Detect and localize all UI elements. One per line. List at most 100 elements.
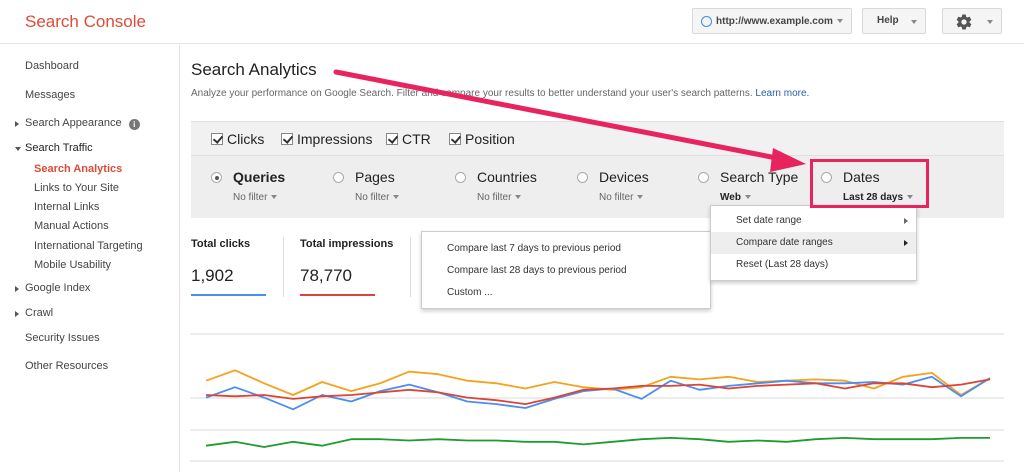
- sidebar-item-crawl[interactable]: Crawl: [15, 307, 54, 319]
- checkbox-checked-icon: [386, 133, 398, 145]
- learn-more-link[interactable]: Learn more.: [755, 88, 809, 99]
- radio-icon[interactable]: [698, 172, 709, 183]
- chevron-down-icon: [987, 20, 993, 24]
- sidebar-item-security-issues[interactable]: Security Issues: [25, 332, 100, 344]
- sidebar-item-label: Google Index: [25, 282, 91, 294]
- radio-icon[interactable]: [577, 172, 588, 183]
- dimension-label: Pages: [355, 169, 395, 185]
- site-selector[interactable]: http://www.example.com: [692, 8, 852, 34]
- chevron-down-icon: [393, 195, 400, 199]
- sidebar-subitem-international-targeting[interactable]: International Targeting: [34, 240, 143, 252]
- radio-icon[interactable]: [333, 172, 344, 183]
- filter-text: No filter: [477, 192, 512, 203]
- position-checkbox[interactable]: Position: [449, 131, 515, 147]
- help-button[interactable]: Help: [862, 8, 926, 34]
- dimension-filter[interactable]: Web: [720, 192, 751, 203]
- sidebar-item-label: Search Traffic: [25, 142, 93, 154]
- compare-7-days-option[interactable]: Compare last 7 days to previous period: [422, 238, 710, 260]
- chevron-down-icon: [837, 19, 843, 23]
- clicks-underline: [191, 294, 266, 296]
- divider: [283, 237, 284, 297]
- chevron-right-icon: [15, 311, 19, 317]
- ctr-checkbox[interactable]: CTR: [386, 131, 431, 147]
- sidebar-item-label: Search Appearance: [25, 117, 122, 129]
- sidebar-subitem-internal-links[interactable]: Internal Links: [34, 201, 99, 213]
- checkbox-label: Clicks: [227, 131, 265, 147]
- compare-28-days-option[interactable]: Compare last 28 days to previous period: [422, 260, 710, 282]
- top-header: Search Console http://www.example.com He…: [0, 0, 1024, 44]
- sidebar-item-messages[interactable]: Messages: [25, 89, 75, 101]
- series-line-position: [205, 437, 990, 448]
- metrics-bar: Clicks Impressions CTR Position: [191, 121, 1004, 155]
- total-impressions-value: 78,770: [300, 266, 352, 285]
- chevron-down-icon: [637, 195, 644, 199]
- annotation-highlight-box: [810, 159, 929, 208]
- reset-date-option[interactable]: Reset (Last 28 days): [711, 254, 916, 276]
- compare-submenu: Compare last 7 days to previous period C…: [421, 231, 711, 309]
- chevron-right-icon: [15, 286, 19, 292]
- checkbox-checked-icon: [211, 133, 223, 145]
- settings-button[interactable]: [942, 8, 1002, 34]
- performance-chart: [190, 333, 1004, 462]
- compare-date-ranges-option[interactable]: Compare date ranges: [711, 232, 916, 254]
- radio-checked-icon[interactable]: [211, 172, 222, 183]
- set-date-range-option[interactable]: Set date range: [711, 210, 916, 232]
- filter-text: No filter: [599, 192, 634, 203]
- chevron-right-icon: [904, 240, 908, 246]
- sidebar-subitem-mobile-usability[interactable]: Mobile Usability: [34, 259, 111, 271]
- dimension-label: Search Type: [720, 169, 799, 185]
- checkbox-label: Position: [465, 131, 515, 147]
- dimension-filter[interactable]: No filter: [477, 192, 522, 203]
- chevron-right-icon: [15, 121, 19, 127]
- description-text: Analyze your performance on Google Searc…: [191, 88, 753, 99]
- compare-custom-option[interactable]: Custom ...: [422, 282, 710, 304]
- globe-icon: [701, 15, 712, 27]
- divider: [410, 237, 411, 297]
- total-clicks-label: Total clicks: [191, 238, 251, 250]
- sidebar-subitem-links-to-your-site[interactable]: Links to Your Site: [34, 182, 119, 194]
- sidebar-item-label: Crawl: [25, 307, 54, 319]
- impressions-underline: [300, 294, 375, 296]
- sidebar-subitem-manual-actions[interactable]: Manual Actions: [34, 220, 109, 232]
- radio-icon[interactable]: [455, 172, 466, 183]
- checkbox-label: CTR: [402, 131, 431, 147]
- filter-text: No filter: [355, 192, 390, 203]
- chevron-down-icon: [15, 147, 21, 151]
- chevron-down-icon: [911, 20, 917, 24]
- help-label: Help: [877, 15, 899, 26]
- dimension-label: Queries: [233, 169, 286, 185]
- sidebar-item-dashboard[interactable]: Dashboard: [25, 60, 79, 72]
- filter-text: Web: [720, 192, 741, 203]
- sidebar: Dashboard Messages Search Appearance i S…: [0, 45, 180, 472]
- chevron-right-icon: [904, 218, 908, 224]
- checkbox-checked-icon: [449, 133, 461, 145]
- sidebar-item-search-traffic[interactable]: Search Traffic: [15, 142, 93, 154]
- total-impressions-label: Total impressions: [300, 238, 394, 250]
- impressions-checkbox[interactable]: Impressions: [281, 131, 372, 147]
- page-title: Search Analytics: [191, 60, 317, 79]
- info-icon[interactable]: i: [128, 119, 140, 130]
- sidebar-item-search-appearance[interactable]: Search Appearance i: [15, 117, 140, 130]
- page-description: Analyze your performance on Google Searc…: [191, 88, 809, 99]
- app-logo[interactable]: Search Console: [25, 12, 146, 32]
- dimension-filter[interactable]: No filter: [355, 192, 400, 203]
- site-url: http://www.example.com: [716, 15, 833, 27]
- chevron-down-icon: [515, 195, 522, 199]
- menu-item-label: Set date range: [736, 215, 802, 226]
- checkbox-label: Impressions: [297, 131, 373, 147]
- clicks-checkbox[interactable]: Clicks: [211, 131, 264, 147]
- dimension-label: Countries: [477, 169, 537, 185]
- filter-text: No filter: [233, 192, 268, 203]
- gear-icon: [956, 14, 972, 30]
- date-menu: Set date range Compare date ranges Reset…: [710, 205, 917, 281]
- sidebar-subitem-search-analytics[interactable]: Search Analytics: [34, 163, 122, 175]
- total-clicks-value: 1,902: [191, 266, 234, 285]
- dimension-filter[interactable]: No filter: [233, 192, 278, 203]
- dimension-label: Devices: [599, 169, 649, 185]
- dimension-filter[interactable]: No filter: [599, 192, 644, 203]
- sidebar-item-google-index[interactable]: Google Index: [15, 282, 91, 294]
- chevron-down-icon: [744, 195, 751, 199]
- sidebar-item-other-resources[interactable]: Other Resources: [25, 360, 108, 372]
- chevron-down-icon: [271, 195, 278, 199]
- menu-item-label: Compare date ranges: [736, 237, 833, 248]
